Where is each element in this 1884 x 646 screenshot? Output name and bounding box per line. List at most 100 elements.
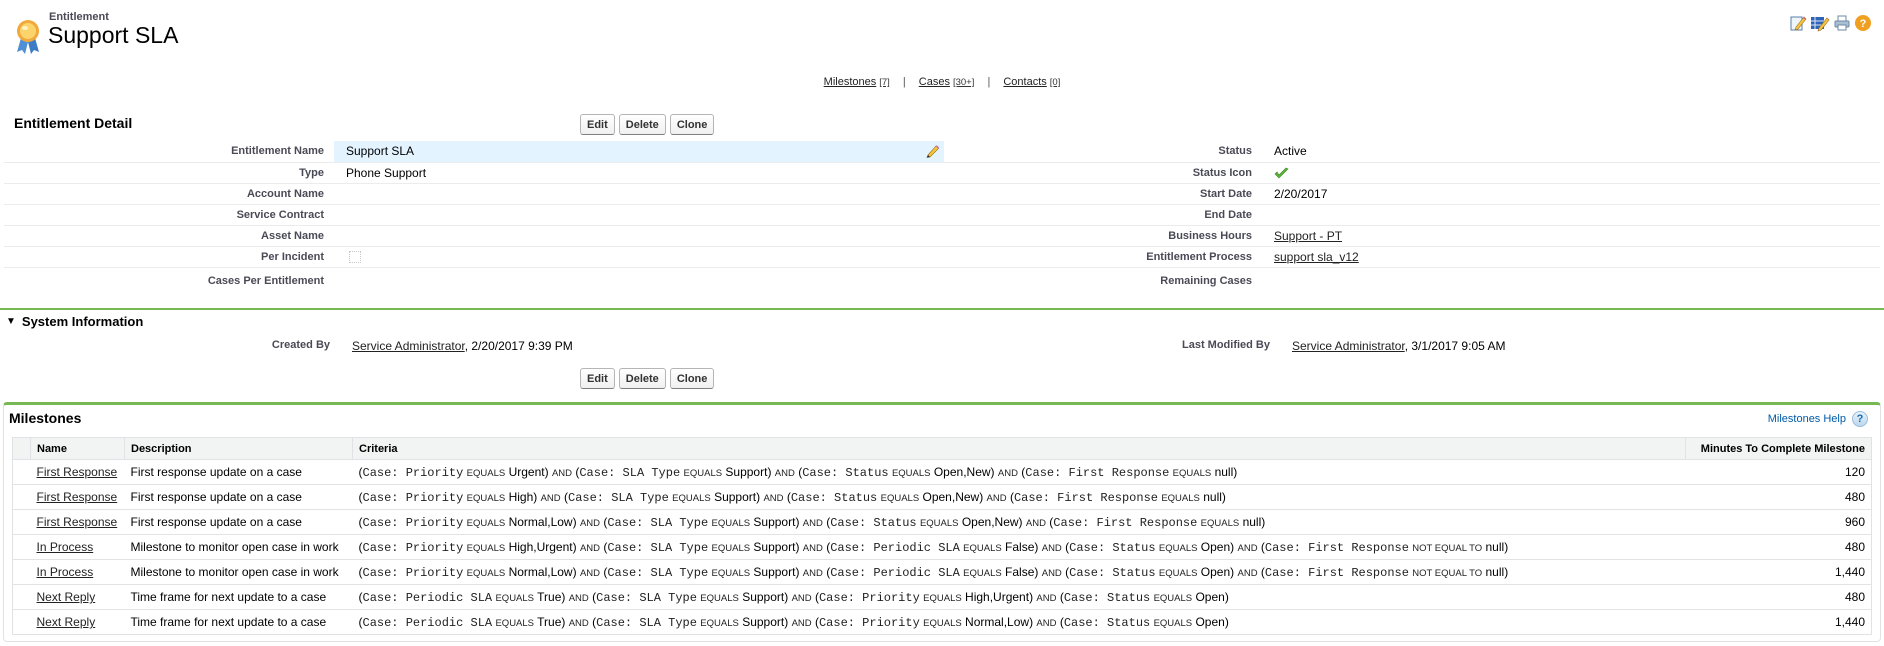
criteria-operator: EQUALS (1153, 592, 1193, 604)
header-toolbar: ? (1789, 14, 1872, 32)
column-header-description[interactable]: Description (124, 437, 353, 460)
milestone-name-cell: First Response (30, 459, 125, 485)
milestone-name-link[interactable]: First Response (37, 465, 118, 479)
criteria-clause: (Case: Status EQUALS Open) (1065, 564, 1235, 580)
field-label: Type (4, 162, 334, 184)
criteria-field: Case: Status (1063, 590, 1151, 605)
milestone-name-link[interactable]: First Response (37, 515, 118, 529)
criteria-value: Support (753, 539, 796, 554)
criteria-joiner: AND (568, 617, 589, 629)
criteria-operator: EQUALS (466, 567, 506, 579)
detail-row: Service Contract End Date (4, 204, 1880, 226)
help-link-label: Milestones Help (1767, 413, 1846, 425)
criteria-clause: (Case: Status EQUALS Open) (1065, 539, 1235, 555)
milestone-description: Time frame for next update to a case (124, 584, 353, 610)
criteria-operator: EQUALS (963, 542, 1002, 554)
criteria-joiner: AND (1025, 517, 1046, 529)
clone-button[interactable]: Clone (669, 368, 715, 389)
delete-button[interactable]: Delete (618, 368, 666, 389)
criteria-field: Case: SLA Type (596, 615, 697, 630)
printer-icon[interactable] (1833, 14, 1851, 32)
milestone-name-cell: First Response (30, 509, 125, 535)
milestone-name-cell: Next Reply (30, 584, 125, 610)
clone-button[interactable]: Clone (669, 114, 715, 135)
system-information-toggle[interactable]: ▼ System Information (6, 314, 143, 329)
criteria-clause: (Case: Status EQUALS Open,New) (826, 514, 1023, 530)
milestones-help-link[interactable]: Milestones Help ? (1768, 411, 1868, 427)
milestone-name-link[interactable]: In Process (37, 540, 94, 554)
criteria-clause: (Case: Status EQUALS Open) (1059, 589, 1229, 605)
related-link-milestones[interactable]: Milestones (824, 76, 877, 88)
edit-button[interactable]: Edit (580, 114, 615, 135)
milestone-criteria: (Case: Priority EQUALS Normal,Low) AND (… (352, 559, 1686, 585)
criteria-field: Case: Status (790, 490, 878, 505)
delete-button[interactable]: Delete (618, 114, 666, 135)
related-count: [0] (1049, 77, 1061, 88)
criteria-operator: EQUALS (466, 517, 506, 529)
criteria-joiner: AND (802, 567, 823, 579)
criteria-joiner: AND (579, 567, 600, 579)
criteria-value: Open,New (961, 514, 1019, 529)
criteria-field: Case: Status (1069, 565, 1156, 580)
criteria-value: Open (1200, 564, 1231, 579)
criteria-value: True (537, 589, 562, 604)
criteria-operator: EQUALS (923, 617, 962, 629)
criteria-operator: EQUALS (891, 467, 931, 479)
milestone-description: Milestone to monitor open case in work (124, 534, 353, 560)
milestone-name-link[interactable]: In Process (37, 565, 94, 579)
criteria-clause: (Case: Priority EQUALS Normal,Low) (358, 564, 577, 580)
milestone-criteria: (Case: Priority EQUALS High,Urgent) AND … (352, 534, 1686, 560)
criteria-value: null (1485, 539, 1505, 554)
field-value (334, 225, 944, 247)
milestones-table: Name Description Criteria Minutes To Com… (12, 437, 1872, 635)
column-header-criteria[interactable]: Criteria (352, 437, 1686, 460)
criteria-operator: EQUALS (711, 517, 751, 529)
criteria-joiner: AND (986, 492, 1007, 504)
column-header-minutes[interactable]: Minutes To Complete Milestone (1685, 437, 1872, 460)
criteria-value: High,Urgent (508, 539, 573, 554)
milestone-name-link[interactable]: Next Reply (37, 590, 96, 604)
milestone-name-link[interactable]: Next Reply (37, 615, 96, 629)
field-label: Remaining Cases (1160, 274, 1252, 287)
criteria-clause: (Case: Periodic SLA EQUALS False) (826, 539, 1039, 555)
criteria-clause: (Case: Priority EQUALS High) (358, 489, 538, 505)
column-header-name[interactable]: Name (30, 437, 125, 460)
entitlement-process-link[interactable]: support sla_v12 (1274, 250, 1359, 264)
modified-by-user-link[interactable]: Service Administrator (1292, 339, 1405, 353)
criteria-field: Case: Priority (362, 540, 464, 555)
detail-row: Asset Name Business Hours Support - PT (4, 225, 1880, 247)
edit-button[interactable]: Edit (580, 368, 615, 389)
status-icon-value (1274, 162, 1880, 184)
criteria-clause: (Case: SLA Type EQUALS Support) (603, 564, 800, 580)
created-by-user-link[interactable]: Service Administrator (352, 339, 465, 353)
pencil-edit-icon[interactable] (926, 144, 940, 158)
related-link-contacts[interactable]: Contacts (1003, 76, 1046, 88)
criteria-clause: (Case: Status EQUALS Open,New) (798, 464, 995, 480)
field-label: Cases Per Entitlement (207, 274, 324, 287)
row-action-cell (12, 484, 31, 510)
criteria-clause: (Case: Periodic SLA EQUALS True) (358, 614, 566, 630)
criteria-joiner: AND (791, 617, 812, 629)
milestone-name-link[interactable]: First Response (37, 490, 118, 504)
detail-row: Type Phone Support Status Icon (4, 162, 1880, 184)
milestones-table-body: First Response First response update on a… (12, 459, 1872, 635)
entitlement-name-field[interactable]: Support SLA (334, 141, 944, 163)
modified-by-value: Service Administrator, 3/1/2017 9:05 AM (1292, 339, 1505, 353)
criteria-value: Support (725, 464, 768, 479)
edit-layout-icon[interactable] (1789, 14, 1807, 32)
criteria-field: Case: Priority (818, 590, 920, 605)
criteria-field: Case: SLA Type (596, 590, 697, 605)
related-link-cases[interactable]: Cases (919, 76, 950, 88)
related-link-label: Milestones (823, 76, 877, 88)
help-icon[interactable]: ? (1854, 14, 1872, 32)
criteria-value: Support (714, 489, 757, 504)
table-header-row: Name Description Criteria Minutes To Com… (12, 437, 1872, 460)
criteria-value: Urgent (508, 464, 545, 479)
edit-list-icon[interactable] (1810, 14, 1830, 32)
criteria-operator: EQUALS (711, 567, 751, 579)
business-hours-link[interactable]: Support - PT (1274, 229, 1342, 243)
minutes-to-complete: 120 (1685, 459, 1872, 485)
milestone-name-cell: In Process (30, 534, 125, 560)
related-link-label: Cases (918, 76, 950, 88)
section-divider (0, 308, 1884, 310)
